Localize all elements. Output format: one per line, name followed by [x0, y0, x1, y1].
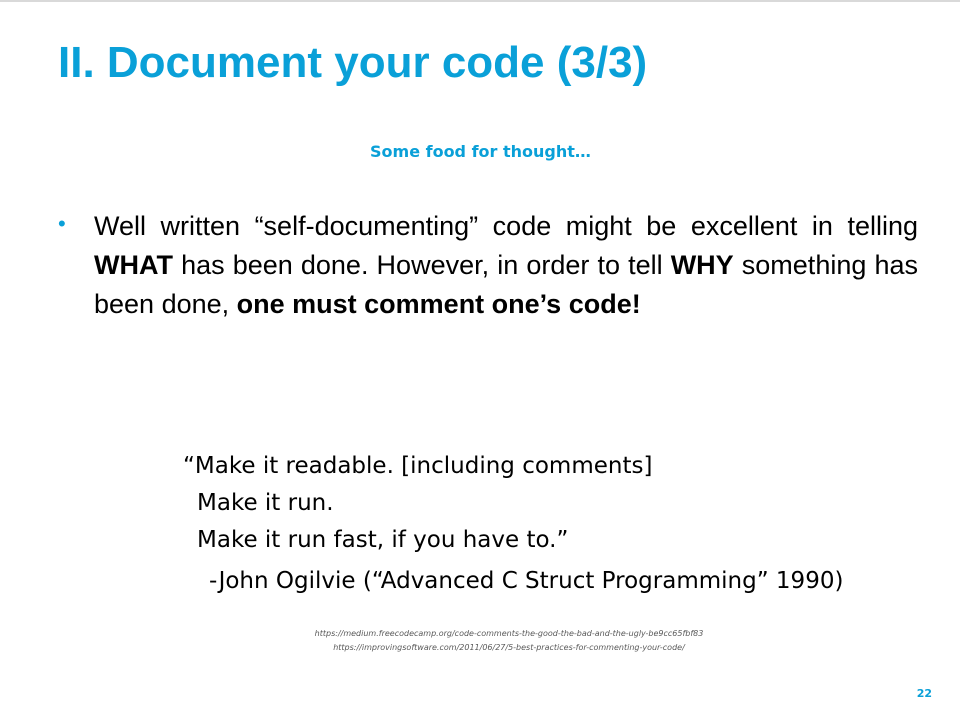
references: https://medium.freecodecamp.org/code-com… [0, 627, 960, 655]
bullet-point: • Well written “self-documenting” code m… [58, 207, 918, 324]
emphasis-what: WHAT [94, 250, 173, 280]
emphasis-conclusion: one must comment one’s code! [236, 289, 641, 319]
slide-subtitle: Some food for thought… [370, 142, 591, 161]
bullet-text-part: Well written “self-documenting” code mig… [94, 211, 918, 241]
reference-link[interactable]: https://medium.freecodecamp.org/code-com… [58, 627, 960, 641]
slide-title: II. Document your code (3/3) [58, 38, 648, 87]
reference-link[interactable]: https://improvingsoftware.com/2011/06/27… [58, 641, 960, 655]
page-number: 22 [916, 687, 932, 700]
quote-line: “Make it readable. [including comments] [183, 453, 653, 479]
emphasis-why: WHY [670, 250, 734, 280]
bullet-text-part: has been done. However, in order to tell [172, 250, 671, 280]
bullet-text: Well written “self-documenting” code mig… [94, 207, 918, 324]
quote-block: “Make it readable. [including comments] … [183, 448, 652, 559]
bullet-marker: • [58, 211, 66, 236]
quote-attribution: -John Ogilvie (“Advanced C Struct Progra… [209, 568, 844, 594]
quote-line: Make it run. [197, 490, 334, 516]
quote-line: Make it run fast, if you have to.” [197, 527, 569, 553]
top-divider [0, 0, 960, 2]
